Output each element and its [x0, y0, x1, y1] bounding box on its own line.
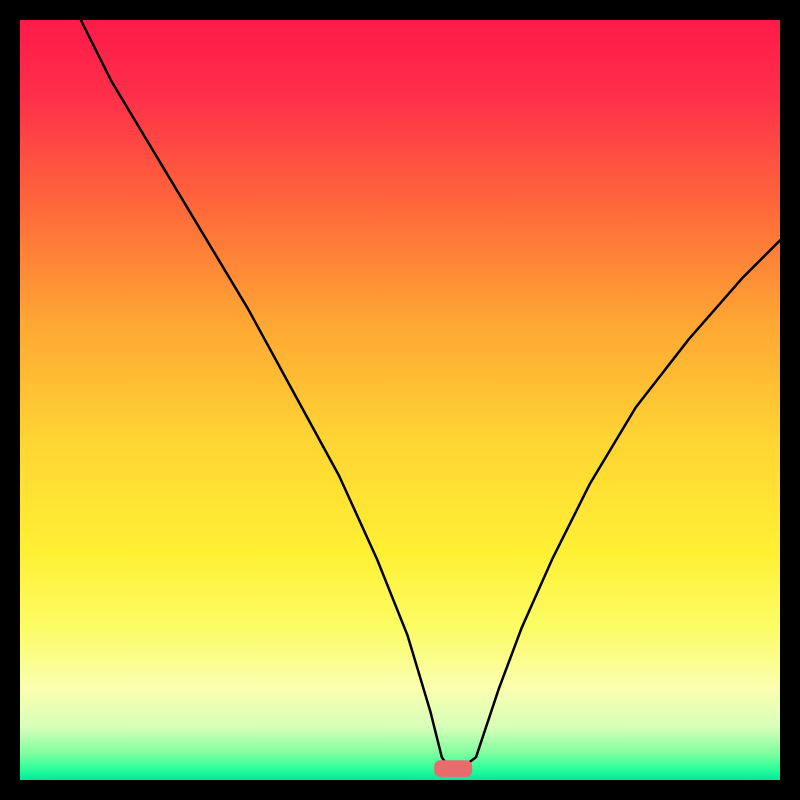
chart-frame: TheBottleneck.com: [20, 20, 780, 780]
minimum-marker: [434, 760, 472, 777]
chart-canvas: [20, 20, 780, 780]
gradient-background: [20, 20, 780, 780]
